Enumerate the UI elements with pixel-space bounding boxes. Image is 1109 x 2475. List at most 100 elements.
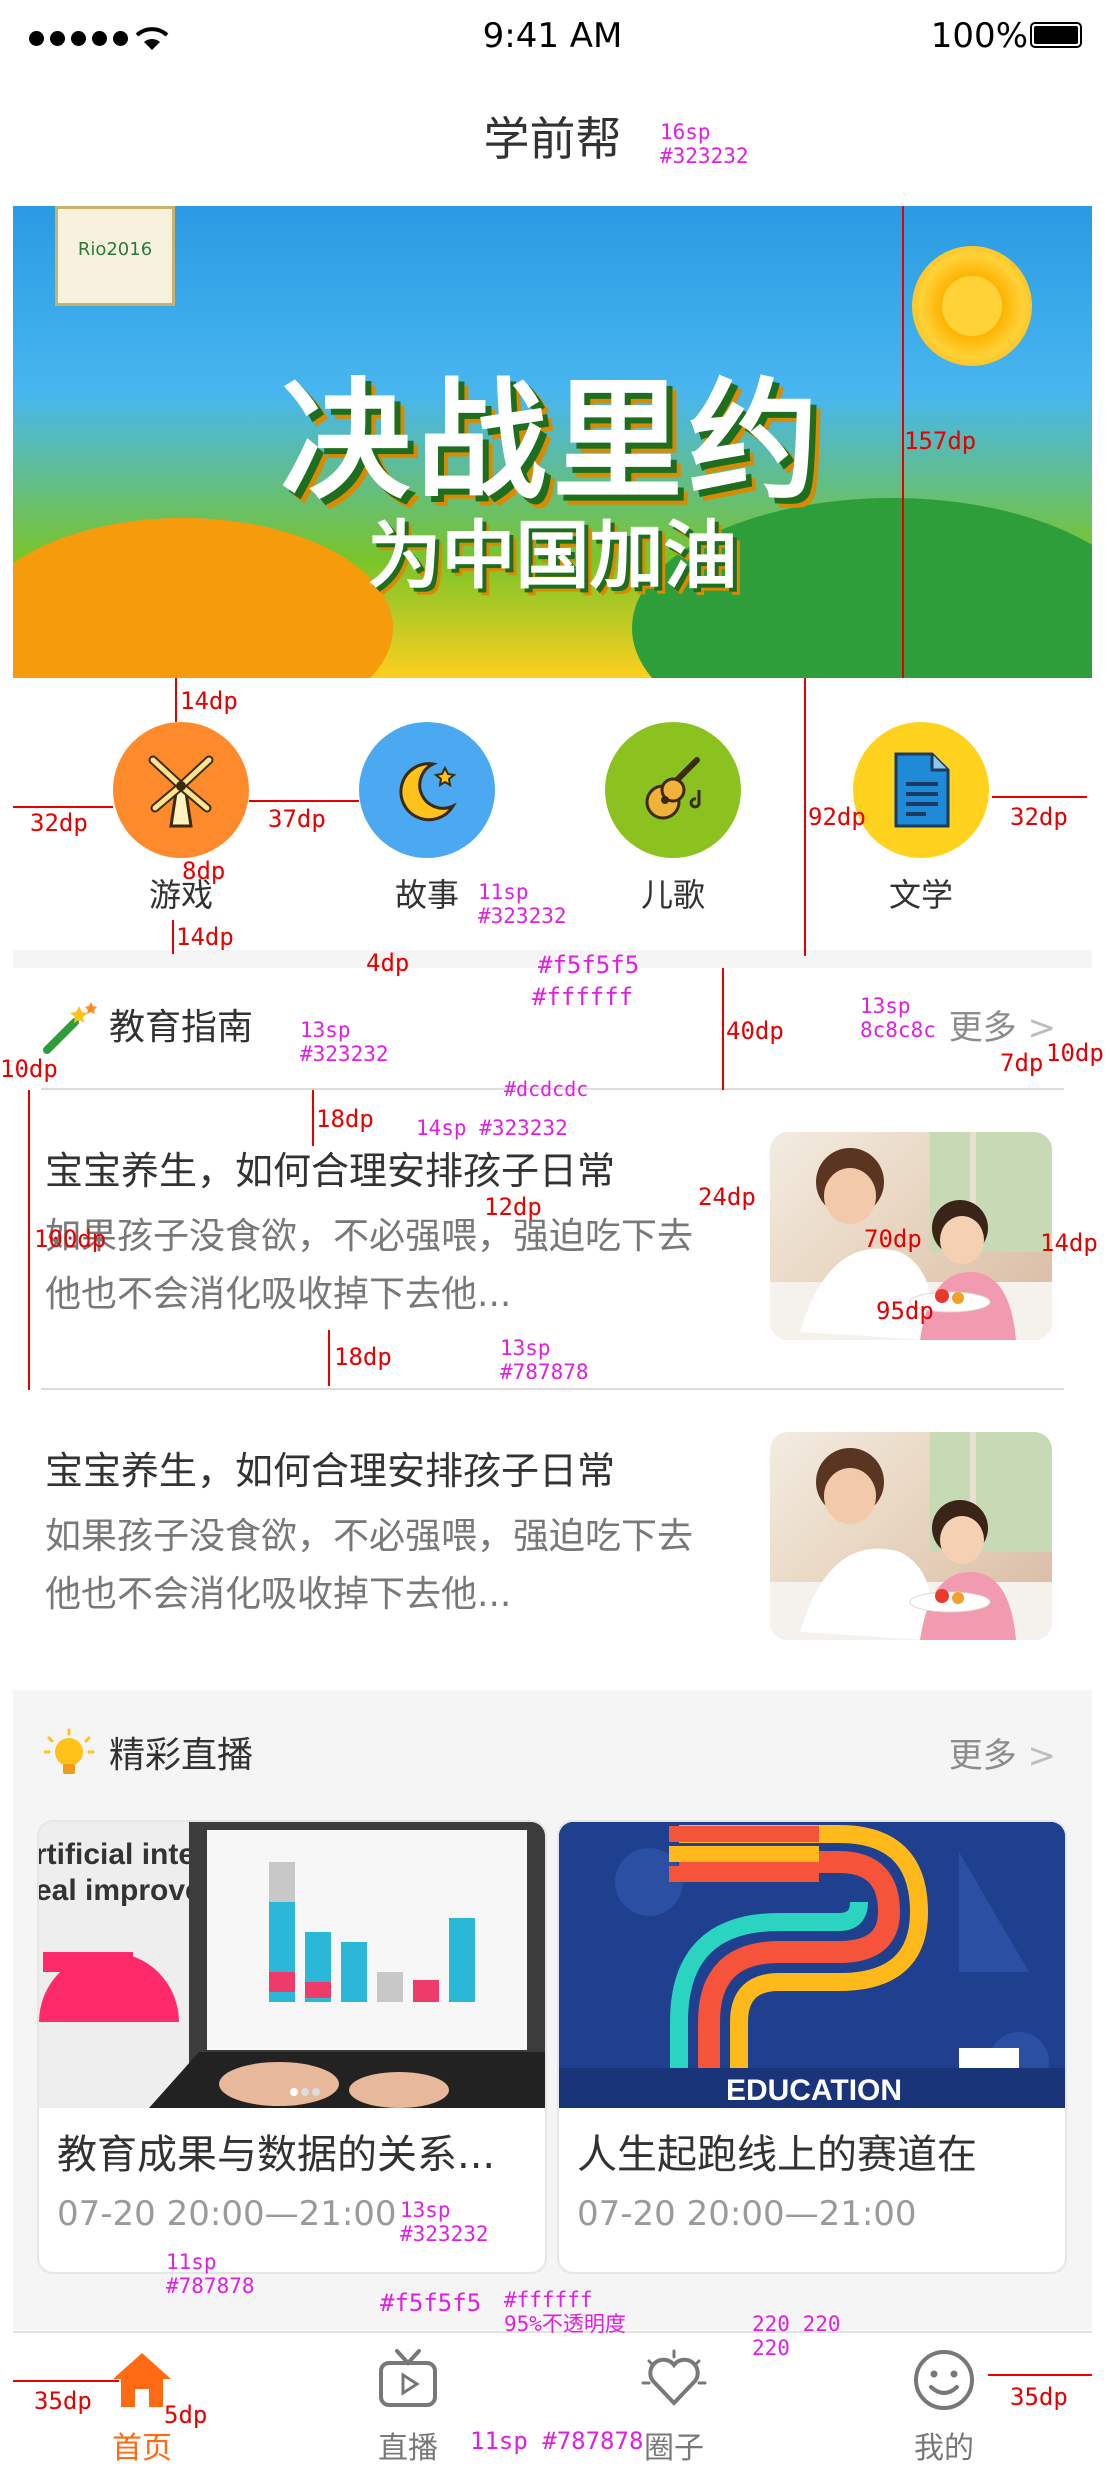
guitar-icon bbox=[605, 722, 741, 858]
banner-subline: 为中国加油 bbox=[367, 513, 738, 599]
annotation: #ffffff bbox=[532, 983, 634, 1011]
spec-line bbox=[172, 920, 174, 954]
article-thumbnail bbox=[770, 1432, 1052, 1640]
annotation: 70dp bbox=[864, 1225, 922, 1253]
live-card[interactable]: rtificial intelligence eal improvements … bbox=[39, 1822, 545, 2272]
annotation: #f5f5f5 bbox=[538, 951, 640, 979]
annotation: 13sp bbox=[860, 994, 911, 1018]
status-bar: 9:41 AM 100% bbox=[13, 0, 1092, 74]
page-title: 学前帮 bbox=[483, 112, 622, 166]
annotation: 10dp bbox=[0, 1055, 58, 1083]
category-literature[interactable]: 文学 bbox=[853, 722, 989, 916]
annotation: 220 bbox=[752, 2336, 790, 2360]
live-more-link[interactable]: 更多 > bbox=[949, 1696, 1056, 1816]
spec-line bbox=[992, 796, 1087, 798]
tab-me[interactable]: 我的 bbox=[869, 2333, 1019, 2475]
article-desc: 如果孩子没食欲，不必强喂，强迫吃下去他也不会消化吸收掉下去他... bbox=[45, 1216, 694, 1315]
document-icon bbox=[853, 722, 989, 858]
spec-line bbox=[28, 1090, 30, 1390]
annotation: #787878 bbox=[500, 1360, 589, 1384]
annotation: 24dp bbox=[698, 1183, 756, 1211]
annotation: 18dp bbox=[316, 1105, 374, 1133]
lightbulb-icon bbox=[43, 1728, 95, 1774]
annotation: 32dp bbox=[30, 809, 88, 837]
annotation: #323232 bbox=[400, 2222, 489, 2246]
spec-line bbox=[722, 968, 724, 1090]
magic-wand-icon bbox=[43, 1002, 97, 1054]
section-title: 精彩直播 bbox=[109, 1735, 254, 1776]
annotation: 35dp bbox=[1010, 2383, 1068, 2411]
chevron-right-icon: > bbox=[1027, 1736, 1057, 1776]
annotation: #ffffff bbox=[504, 2288, 593, 2312]
annotation: 32dp bbox=[1010, 803, 1068, 831]
annotation: 40dp bbox=[726, 1017, 784, 1045]
annotation: 13sp bbox=[300, 1018, 351, 1042]
tab-label: 首页 bbox=[112, 2431, 172, 2466]
live-card-image: rtificial intelligence eal improvements bbox=[39, 1822, 545, 2108]
category-songs[interactable]: 儿歌 bbox=[605, 722, 741, 916]
annotation: 4dp bbox=[366, 949, 410, 977]
annotation: 8dp bbox=[182, 857, 226, 885]
live-card-title: 教育成果与数据的关系... bbox=[57, 2132, 496, 2178]
tab-live[interactable]: 直播 bbox=[333, 2333, 483, 2475]
tv-icon bbox=[379, 2349, 437, 2407]
battery-icon bbox=[1030, 22, 1082, 48]
spec-line bbox=[988, 2374, 1092, 2376]
annotation: 5dp bbox=[164, 2401, 208, 2429]
windmill-icon bbox=[113, 722, 249, 858]
more-label: 更多 bbox=[948, 1736, 1017, 1776]
more-label: 更多 bbox=[948, 1008, 1017, 1048]
annotation: 37dp bbox=[268, 805, 326, 833]
annotation: 14sp #323232 bbox=[416, 1116, 568, 1140]
annotation: 92dp bbox=[808, 803, 866, 831]
annotation: 157dp bbox=[904, 427, 977, 455]
annotation: 14dp bbox=[176, 923, 234, 951]
annotation: #323232 bbox=[300, 1042, 389, 1066]
live-card-time: 07-20 20:00—21:00 bbox=[57, 2194, 397, 2234]
annotation: 10dp bbox=[1046, 1039, 1104, 1067]
category-label: 故事 bbox=[394, 876, 459, 914]
annotation: 12dp bbox=[484, 1193, 542, 1221]
annotation: 11sp bbox=[478, 880, 529, 904]
battery-percent: 100% bbox=[930, 16, 1028, 56]
smile-icon bbox=[914, 2350, 974, 2410]
spec-line bbox=[13, 2380, 119, 2382]
annotation: 8c8c8c bbox=[860, 1018, 936, 1042]
live-card[interactable]: EDUCATION 人生起跑线上的赛道在 07-20 20:00—21:00 bbox=[559, 1822, 1065, 2272]
annotation: #323232 bbox=[660, 144, 749, 168]
card-image-text: EDUCATION bbox=[726, 2074, 902, 2107]
annotation: 14dp bbox=[1040, 1229, 1098, 1257]
annotation: 35dp bbox=[34, 2387, 92, 2415]
spec-line bbox=[804, 678, 806, 956]
live-section-header: 精彩直播 更多 > bbox=[13, 1696, 1092, 1816]
article-item[interactable]: 宝宝养生，如何合理安排孩子日常 如果孩子没食欲，不必强喂，强迫吃下去他也不会消化… bbox=[13, 1390, 1092, 1690]
annotation: 95dp bbox=[876, 1297, 934, 1325]
annotation: 11sp #787878 bbox=[470, 2427, 644, 2455]
annotation: #dcdcdc bbox=[504, 1077, 589, 1101]
annotation: #f5f5f5 bbox=[380, 2289, 482, 2317]
spec-line bbox=[175, 678, 177, 722]
section-title: 教育指南 bbox=[109, 1007, 254, 1048]
heart-circle-icon bbox=[641, 2349, 707, 2406]
annotation: 95%不透明度 bbox=[504, 2312, 626, 2336]
moon-stars-icon bbox=[359, 722, 495, 858]
annotation: 13sp bbox=[400, 2198, 451, 2222]
annotation: 14dp bbox=[180, 687, 238, 715]
tab-label: 我的 bbox=[914, 2431, 974, 2466]
article-title: 宝宝养生，如何合理安排孩子日常 bbox=[45, 1149, 616, 1193]
annotation: 100dp bbox=[34, 1225, 107, 1253]
category-games[interactable]: 游戏 bbox=[113, 722, 249, 916]
app-screen: 9:41 AM 100% 学前帮 Rio2016 决战里约 为中国加油 游戏 故… bbox=[13, 0, 1092, 2475]
annotation: 220 220 bbox=[752, 2312, 841, 2336]
spec-line bbox=[312, 1090, 314, 1146]
category-label: 文学 bbox=[888, 876, 953, 914]
annotation: #787878 bbox=[166, 2274, 255, 2298]
annotation: 11sp bbox=[166, 2250, 217, 2274]
annotation: #323232 bbox=[478, 904, 567, 928]
live-card-time: 07-20 20:00—21:00 bbox=[577, 2194, 917, 2234]
category-stories[interactable]: 故事 bbox=[359, 722, 495, 916]
annotation: 13sp bbox=[500, 1336, 551, 1360]
live-card-image: EDUCATION bbox=[559, 1822, 1065, 2108]
article-desc: 如果孩子没食欲，不必强喂，强迫吃下去他也不会消化吸收掉下去他... bbox=[45, 1516, 694, 1615]
category-label: 儿歌 bbox=[640, 876, 705, 914]
